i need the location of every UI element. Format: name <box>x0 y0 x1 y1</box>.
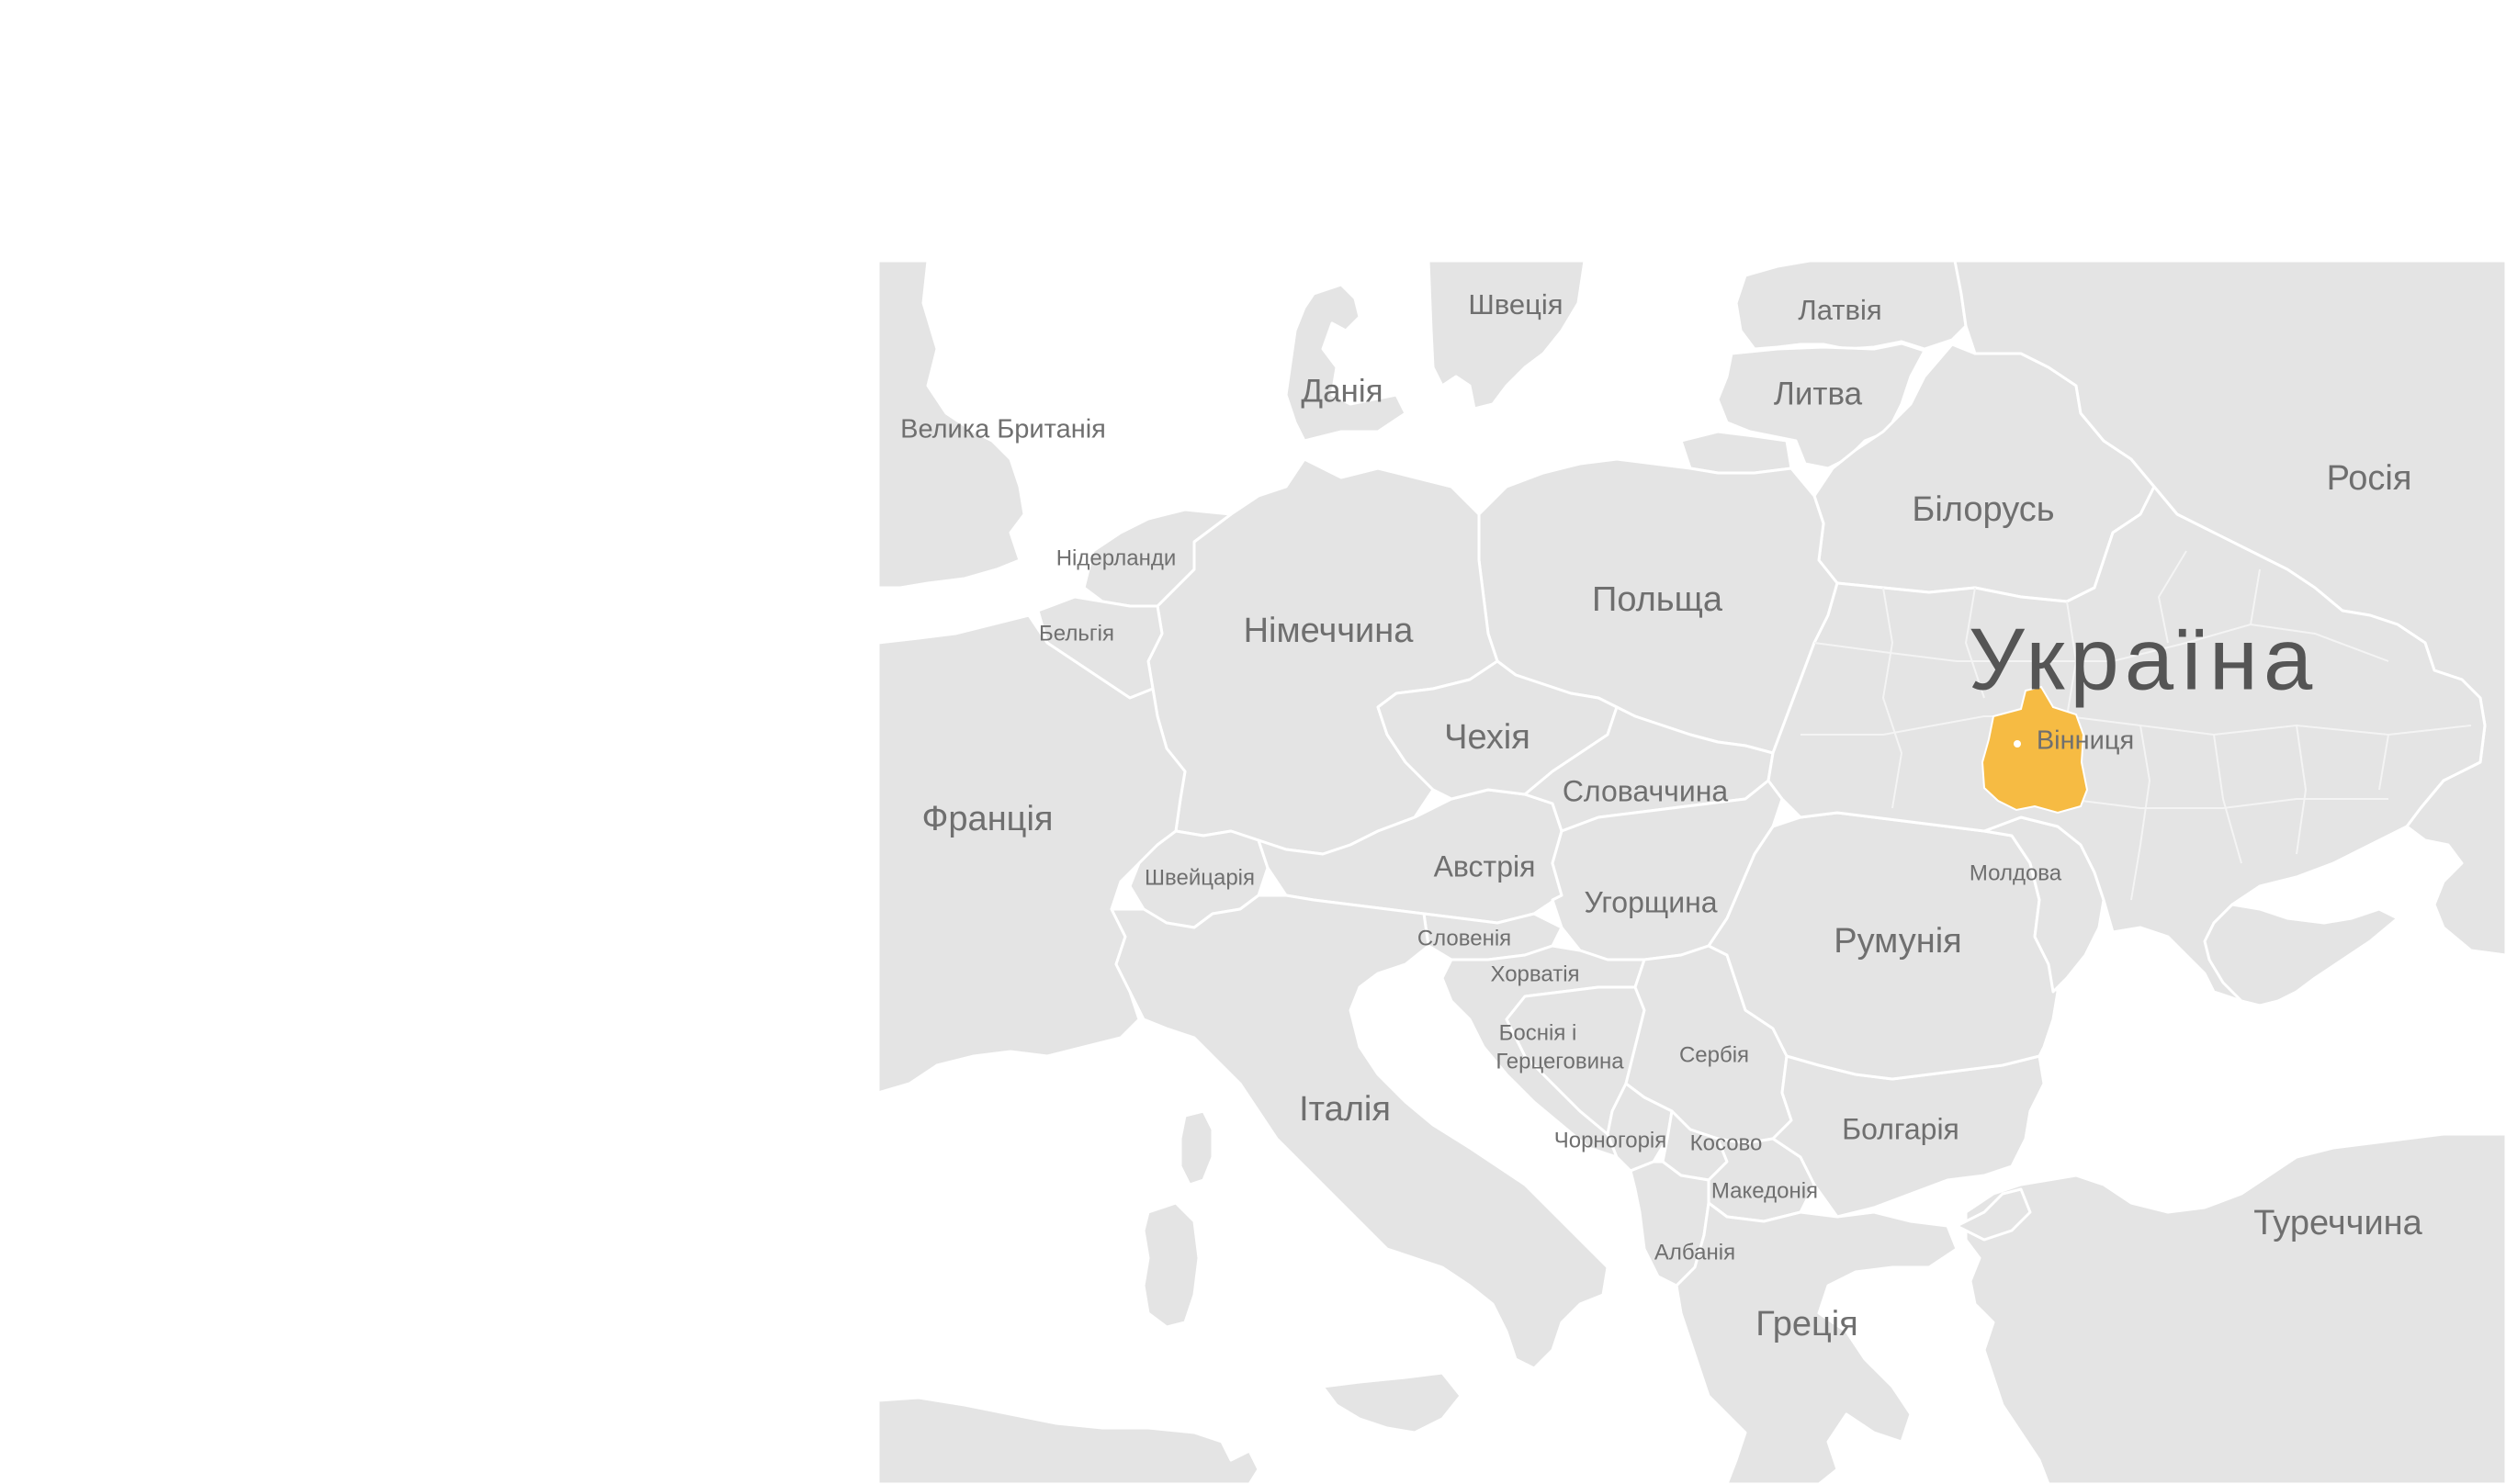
label-belarus: Білорусь <box>1912 490 2054 529</box>
label-austria: Австрія <box>1434 849 1536 883</box>
label-bosnia-line1: Боснія і <box>1499 1020 1577 1045</box>
label-slovenia: Словенія <box>1417 926 1511 950</box>
label-turkey: Туреччина <box>2253 1204 2422 1242</box>
country-denmark <box>1284 283 1407 443</box>
label-czechia: Чехія <box>1444 718 1530 757</box>
label-russia: Росія <box>2327 459 2412 498</box>
label-lithuania: Литва <box>1774 376 1863 411</box>
label-france: Франція <box>922 800 1054 838</box>
country-kaliningrad <box>1679 430 1793 475</box>
label-macedonia: Македонія <box>1711 1178 1818 1203</box>
label-latvia: Латвія <box>1798 294 1881 326</box>
europe-map: Швеція Латвія Данія Литва Велика Британі… <box>0 0 2506 1484</box>
vinnytsia-city-marker[interactable] <box>2014 740 2021 748</box>
label-albania: Албанія <box>1654 1240 1735 1265</box>
label-croatia: Хорватія <box>1490 961 1579 986</box>
map-canvas: Швеція Латвія Данія Литва Велика Британі… <box>876 259 2506 1484</box>
label-germany: Німеччина <box>1244 612 1415 650</box>
label-kosovo: Косово <box>1690 1130 1763 1155</box>
region-crimea <box>2203 903 2399 1007</box>
island-corsica <box>1179 1109 1214 1186</box>
label-slovakia: Словаччина <box>1563 774 1729 807</box>
label-switzerland: Швейцарія <box>1145 865 1255 890</box>
label-belgium: Бельгія <box>1039 621 1114 646</box>
label-ukraine: Україна <box>1969 610 2319 708</box>
label-montenegro: Чорногорія <box>1554 1128 1667 1152</box>
label-moldova: Молдова <box>1970 860 2062 885</box>
label-greece: Греція <box>1755 1305 1858 1343</box>
label-uk: Велика Британія <box>900 415 1106 444</box>
label-italy: Італія <box>1299 1090 1391 1129</box>
country-turkey <box>1964 1132 2506 1484</box>
label-denmark: Данія <box>1301 373 1383 409</box>
label-bosnia-line2: Герцеговина <box>1496 1049 1624 1074</box>
label-vinnytsia: Вінниця <box>2037 726 2134 756</box>
label-sweden: Швеція <box>1468 288 1563 320</box>
label-netherlands: Нідерланди <box>1056 545 1177 570</box>
island-sardinia <box>1142 1201 1201 1329</box>
island-sicily <box>1321 1371 1462 1434</box>
label-bulgaria: Болгарія <box>1842 1112 1959 1145</box>
label-poland: Польща <box>1592 580 1723 619</box>
north-africa <box>876 1396 1260 1484</box>
label-serbia: Сербія <box>1679 1042 1749 1067</box>
label-hungary: Угорщина <box>1584 885 1717 918</box>
label-romania: Румунія <box>1834 922 1961 961</box>
country-sweden <box>1427 259 1586 410</box>
